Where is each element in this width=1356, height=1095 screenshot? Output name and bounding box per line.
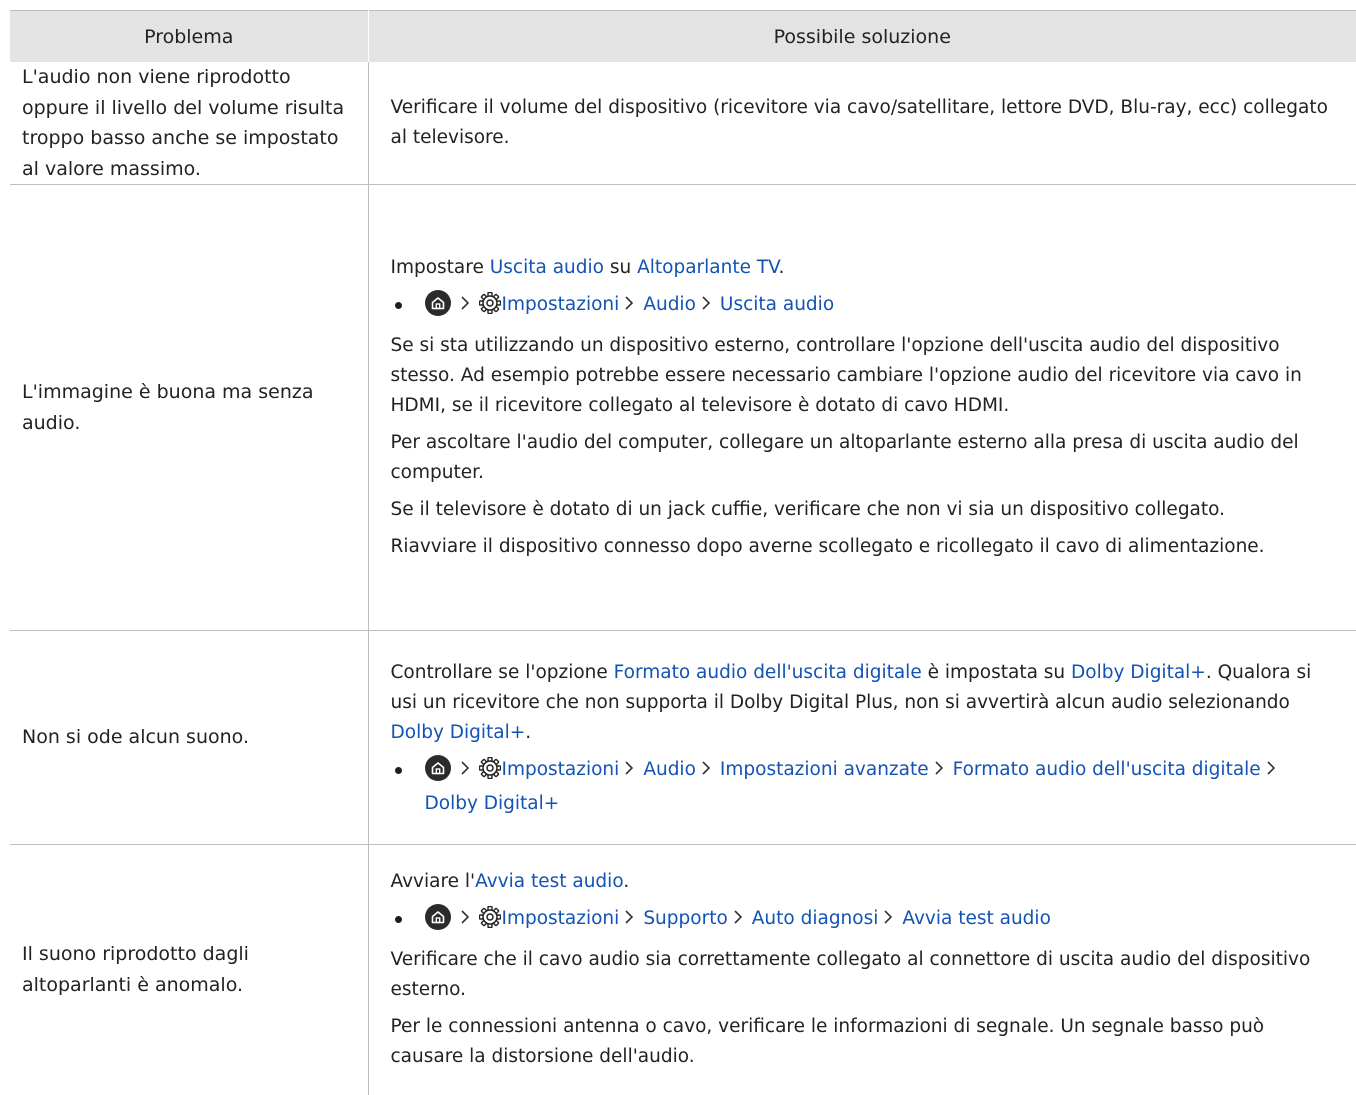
menu-path: Impostazioni Audio Impostazioni avanzate Fo… <box>391 754 1333 819</box>
problem-cell: L'audio non viene riprodotto oppure il l… <box>10 62 369 185</box>
solution-cell: Verificare il volume del dispositivo (ri… <box>368 62 1356 185</box>
column-header-problem: Problema <box>10 10 369 62</box>
gear-icon <box>478 756 501 789</box>
menu-path-link[interactable]: Impostazioni <box>502 294 620 315</box>
menu-link[interactable]: Dolby Digital+ <box>1071 662 1206 683</box>
solution-paragraph: Per le connessioni antenna o cavo, verif… <box>391 1012 1333 1072</box>
menu-path-link[interactable]: Supporto <box>643 908 727 929</box>
table-header-row: Problema Possibile soluzione <box>10 10 1356 62</box>
problem-cell: Non si ode alcun suono. <box>10 630 369 845</box>
solution-paragraph: Verificare il volume del dispositivo (ri… <box>391 93 1333 153</box>
bullet <box>391 290 425 324</box>
home-icon <box>424 754 451 781</box>
menu-path-link[interactable]: Avvia test audio <box>902 908 1051 929</box>
paragraph-text: Per ascoltare l'audio del computer, coll… <box>390 432 1299 483</box>
table-row: Non si ode alcun suono. Controllare se l… <box>10 630 1356 845</box>
paragraph-text: . <box>623 871 630 893</box>
chevron-right-icon <box>702 290 711 320</box>
gear-icon <box>478 906 501 938</box>
chevron-right-icon <box>734 904 742 934</box>
chevron-right-icon <box>625 755 634 785</box>
solution-cell: Controllare se l'opzione Formato audio d… <box>368 630 1356 845</box>
chevron-right-icon <box>625 904 634 934</box>
table-row: Il suono riprodotto dagli altoparlanti è… <box>10 844 1356 1095</box>
menu-link[interactable]: Dolby Digital+ <box>391 722 526 743</box>
menu-link[interactable]: Avvia test audio <box>475 871 623 892</box>
home-icon <box>424 290 451 316</box>
solution-cell: Impostare Uscita audio su Altoparlante T… <box>368 184 1356 631</box>
chevron-right-icon <box>1267 755 1275 785</box>
column-header-solution: Possibile soluzione <box>368 10 1356 62</box>
menu-link[interactable]: Uscita audio <box>490 257 604 278</box>
chevron-right-icon <box>460 290 469 320</box>
paragraph-text: su <box>603 257 638 278</box>
menu-path-content: Impostazioni Audio Impostazioni avanzate Fo… <box>424 754 1333 819</box>
solution-paragraph: Se si sta utilizzando un dispositivo est… <box>391 331 1333 421</box>
chevron-right-icon <box>625 290 634 320</box>
chevron-right-icon <box>884 904 893 934</box>
menu-path-link[interactable]: Audio <box>643 294 696 315</box>
paragraph-text: è impostata su <box>921 661 1072 683</box>
paragraph-text: Se si sta utilizzando un dispositivo est… <box>390 335 1302 416</box>
menu-link[interactable]: Altoparlante TV <box>637 257 778 278</box>
home-icon <box>424 904 451 931</box>
menu-path-link[interactable]: Dolby Digital+ <box>425 793 560 814</box>
paragraph-text: Per le connessioni antenna o cavo, verif… <box>390 1016 1265 1068</box>
menu-path-content: Impostazioni Audio Uscita audio <box>424 290 834 324</box>
solution-paragraph: Controllare se l'opzione Formato audio d… <box>391 658 1333 748</box>
menu-path-link[interactable]: Impostazioni avanzate <box>720 759 929 780</box>
solution-paragraph: Se il televisore è dotato di un jack cuf… <box>391 495 1333 525</box>
paragraph-text: Impostare <box>390 257 490 278</box>
paragraph-text: . <box>778 257 785 278</box>
bullet <box>391 904 425 938</box>
solution-paragraph: Verificare che il cavo audio sia corrett… <box>391 945 1333 1005</box>
table-row: L'audio non viene riprodotto oppure il l… <box>10 62 1356 185</box>
paragraph-text: Riavviare il dispositivo connesso dopo a… <box>390 536 1265 557</box>
menu-path: Impostazioni Supporto Auto diagnosi Avvia t… <box>391 904 1333 938</box>
paragraph-text: . <box>525 721 532 743</box>
menu-path-link[interactable]: Uscita audio <box>720 294 834 315</box>
problem-cell: Il suono riprodotto dagli altoparlanti è… <box>10 844 369 1095</box>
chevron-right-icon <box>460 904 469 934</box>
menu-path-link[interactable]: Auto diagnosi <box>752 908 879 929</box>
paragraph-text: Se il televisore è dotato di un jack cuf… <box>390 499 1226 520</box>
gear-icon <box>478 291 501 324</box>
solution-paragraph: Per ascoltare l'audio del computer, coll… <box>391 428 1333 488</box>
menu-path-content: Impostazioni Supporto Auto diagnosi Avvia t… <box>424 904 1051 938</box>
menu-path-link[interactable]: Audio <box>643 759 696 780</box>
menu-path-link[interactable]: Impostazioni <box>502 908 620 929</box>
paragraph-text: Verificare il volume del dispositivo (ri… <box>390 97 1328 148</box>
solution-paragraph: Impostare Uscita audio su Altoparlante T… <box>391 253 1333 283</box>
troubleshooting-table: Problema Possibile soluzione L'audio non… <box>10 10 1356 1095</box>
menu-path-link[interactable]: Impostazioni <box>502 759 620 780</box>
menu-path-link[interactable]: Formato audio dell'uscita digitale <box>953 759 1261 780</box>
menu-path: Impostazioni Audio Uscita audio <box>391 290 1333 324</box>
bullet <box>391 755 425 819</box>
chevron-right-icon <box>702 755 711 785</box>
paragraph-text: Avviare l' <box>390 871 476 893</box>
paragraph-text: Verificare che il cavo audio sia corrett… <box>390 949 1311 1001</box>
problem-cell: L'immagine è buona ma senza audio. <box>10 184 369 631</box>
chevron-right-icon <box>460 755 469 785</box>
table-row: L'immagine è buona ma senza audio. Impos… <box>10 184 1356 631</box>
chevron-right-icon <box>935 755 943 785</box>
paragraph-text: Controllare se l'opzione <box>390 661 614 683</box>
solution-cell: Avviare l'Avvia test audio. Impostazioni S… <box>368 845 1356 1095</box>
solution-paragraph: Riavviare il dispositivo connesso dopo a… <box>391 532 1333 562</box>
solution-paragraph: Avviare l'Avvia test audio. <box>391 867 1333 897</box>
menu-link[interactable]: Formato audio dell'uscita digitale <box>614 662 922 683</box>
